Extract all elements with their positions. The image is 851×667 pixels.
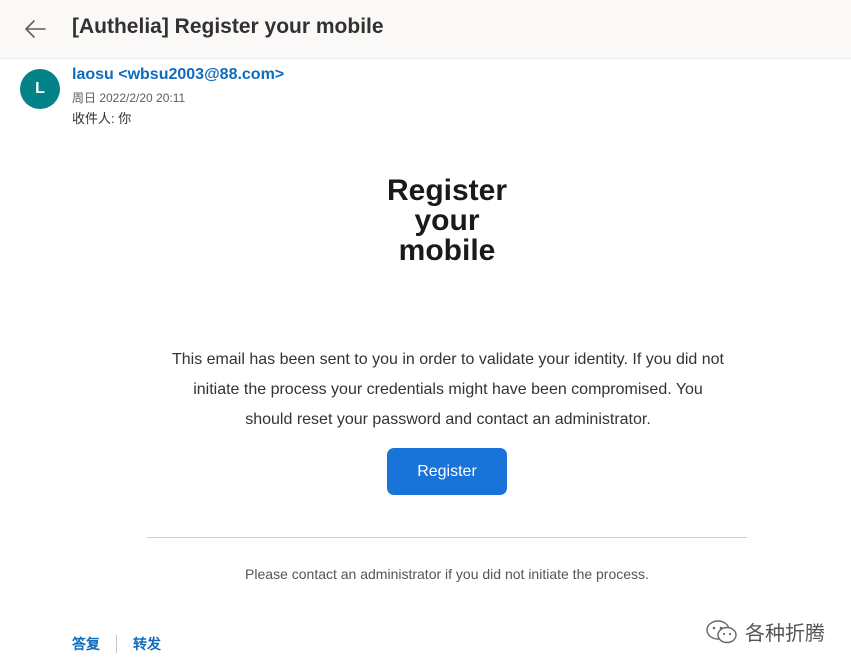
email-reading-pane: [Authelia] Register your mobile L laosu …	[0, 0, 851, 667]
message-header: [Authelia] Register your mobile	[0, 0, 851, 59]
sender-info: L laosu <wbsu2003@88.com> 周日 2022/2/20 2…	[0, 58, 851, 138]
sender-name[interactable]: laosu <wbsu2003@88.com>	[72, 66, 284, 84]
back-button[interactable]	[20, 14, 50, 44]
email-title-line: your	[414, 204, 480, 237]
reply-button[interactable]: 答复	[72, 634, 100, 654]
avatar[interactable]: L	[20, 69, 60, 109]
action-separator	[116, 635, 117, 653]
email-title-line: mobile	[398, 234, 496, 267]
wechat-icon	[706, 619, 737, 643]
email-body-line: initiate the process your credentials mi…	[193, 381, 703, 398]
register-button[interactable]: Register	[387, 448, 507, 495]
email-body-line: should reset your password and contact a…	[245, 411, 651, 428]
recipient-line: 收件人: 你	[72, 111, 132, 126]
email-title-line: Register	[386, 174, 508, 207]
sender-address[interactable]: laosu <wbsu2003@88.com>	[72, 66, 284, 83]
sent-date: 周日 2022/2/20 20:11	[72, 91, 186, 105]
email-body-line: This email has been sent to you in order…	[171, 351, 724, 368]
watermark: 各种折腾	[705, 617, 825, 646]
arrow-left-icon	[25, 20, 46, 38]
footer-note: Please contact an administrator if you d…	[245, 566, 649, 582]
message-actions: 答复 转发	[72, 634, 161, 654]
divider	[147, 537, 747, 538]
watermark-text: 各种折腾	[745, 623, 825, 645]
email-title: Register your mobile	[347, 176, 547, 266]
email-body: This email has been sent to you in order…	[150, 345, 746, 435]
email-subject: [Authelia] Register your mobile	[72, 15, 384, 38]
forward-button[interactable]: 转发	[133, 634, 161, 654]
